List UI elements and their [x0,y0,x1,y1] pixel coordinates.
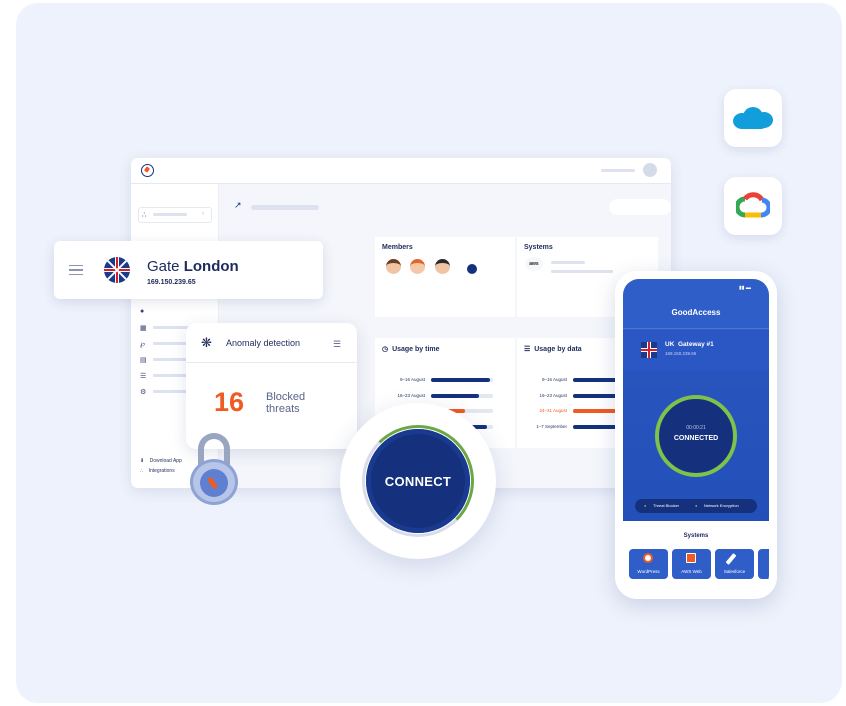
list-icon[interactable]: ☰ [140,373,146,380]
gateway-ip: 169.150.239.65 [665,351,697,356]
shield-check-icon: ● [695,503,698,508]
menu-icon[interactable] [69,265,83,275]
usage-data-row-label: 24–31 August [539,408,567,413]
member-avatar [410,259,425,274]
avatar[interactable] [643,163,657,177]
usage-data-row-label: 9–16 August [541,377,567,382]
hero-canvas: ∴ › ● ▦ ℘ ▤ ☰ ⚙ ⬇ Download App ∴ Integra… [16,3,842,703]
usage-data-row-label: 16–23 August [539,392,567,398]
system-tile-aws-web[interactable]: AWS Web [672,549,711,579]
usage-time-row-track [431,378,493,382]
gate-title: Gate London [147,258,239,275]
feature-network-encryption: Network Encryption [704,503,739,508]
download-icon: ⬇ [140,458,145,464]
branch-icon[interactable]: ℘ [140,341,145,348]
org-icon: ∴ [142,212,147,219]
topbar-placeholder [601,169,635,172]
member-avatar [386,259,401,274]
dashboard-topbar [131,158,671,184]
connect-button-halo: CONNECT [340,403,496,559]
padlock-icon [190,433,238,505]
usage-data-row-label: 1–7 September [536,423,567,429]
status-icons: ▮▮ ▬ [739,285,751,291]
feature-threat-blocker: Threat Blocker [653,503,680,508]
usage-data-row-bar [573,393,618,398]
system-tile-wordpress[interactable]: WordPress [629,549,668,579]
gate-city: London [183,258,239,275]
phone-frame: ▮▮ ▬ GoodAccess UK Gateway #1 169.150.23… [615,271,777,599]
blocked-count: 16 [214,387,245,417]
aws-logo: aws [525,257,543,271]
usage-data-title: ☰ Usage by data [524,345,582,353]
browser-icon [686,553,696,563]
wordpress-icon [643,553,653,563]
settings-icon[interactable]: ⚙ [140,389,146,396]
phone-screen: ▮▮ ▬ GoodAccess UK Gateway #1 169.150.23… [623,279,769,591]
uk-flag-icon [104,257,130,283]
card-icon[interactable]: ▤ [140,357,147,364]
usage-time-row-label: 9–16 August [399,377,425,382]
clock-icon: ◷ [382,346,389,353]
logo-icon [141,164,154,177]
uk-flag-icon [641,342,657,358]
phone-connect-ring[interactable]: 00:00:21 CONNECTED [655,395,737,477]
system-tile-more[interactable] [758,549,769,579]
blocked-label-2: threats [266,403,300,415]
tool-icon [725,553,737,565]
bug-icon: ❋ [201,335,212,350]
members-title: Members [382,244,413,251]
gateway-name: UK Gateway #1 [665,341,714,348]
member-avatar-more [467,264,477,274]
gate-card[interactable]: Gate London 169.150.239.65 [54,241,323,299]
connect-label: CONNECT [384,473,452,489]
menu-icon[interactable]: ☰ [333,339,341,350]
usage-time-label: Usage by time [392,346,440,353]
member-avatar [435,259,450,274]
systems-title: Systems [524,244,553,251]
timer: 00:00:21 [686,425,706,431]
connected-status: CONNECTED [673,435,719,442]
gate-ip: 169.150.239.65 [147,279,196,286]
feature-pill: ● Threat Blocker ● Network Encryption [635,499,757,513]
usage-time-row-track [431,393,493,398]
salesforce-tile[interactable] [724,89,782,147]
salesforce-cloud-icon [733,107,773,129]
shield-check-icon: ● [644,503,647,508]
system-label: Salesforce [723,569,746,574]
search-placeholder[interactable] [609,199,671,215]
download-label: Download App [149,458,182,464]
chart-icon: ↗ [234,200,242,210]
download-app-link[interactable]: ⬇ Download App [140,458,182,464]
usage-time-row-bar [431,378,490,382]
gateway-row[interactable]: UK Gateway #1 169.150.239.65 [623,330,769,370]
google-cloud-tile[interactable] [724,177,782,235]
anomaly-card[interactable]: ❋ Anomaly detection ☰ 16 Blocked threats [186,323,357,449]
usage-time-title: ◷ Usage by time [382,345,440,353]
usage-time-row-bar [431,393,479,398]
systems-heading: Systems [683,533,709,539]
org-selector[interactable]: ∴ › [138,207,212,223]
members-panel: Members [375,237,515,317]
users-icon[interactable]: ● [140,308,144,315]
system-label: WordPress [637,569,660,574]
app-title: GoodAccess [671,308,721,317]
connect-button[interactable]: CONNECT [366,429,470,533]
chevron-right-icon: › [202,211,204,217]
integrations-link[interactable]: ∴ Integrations [140,468,175,474]
google-cloud-icon [736,192,770,218]
anomaly-title: Anomaly detection [226,338,301,348]
blocked-label-1: Blocked [266,391,306,403]
grid-icon[interactable]: ▦ [140,325,147,332]
integrations-icon: ∴ [140,468,144,474]
usage-time-row-label: 16–23 August [397,392,425,398]
list-icon: ☰ [524,346,531,353]
system-tile-salesforce[interactable]: Salesforce [715,549,754,579]
usage-data-label: Usage by data [534,346,582,353]
integrations-label: Integrations [148,468,175,474]
system-label: AWS Web [681,569,702,574]
page-title-placeholder [251,205,319,210]
gate-prefix: Gate [147,258,180,275]
